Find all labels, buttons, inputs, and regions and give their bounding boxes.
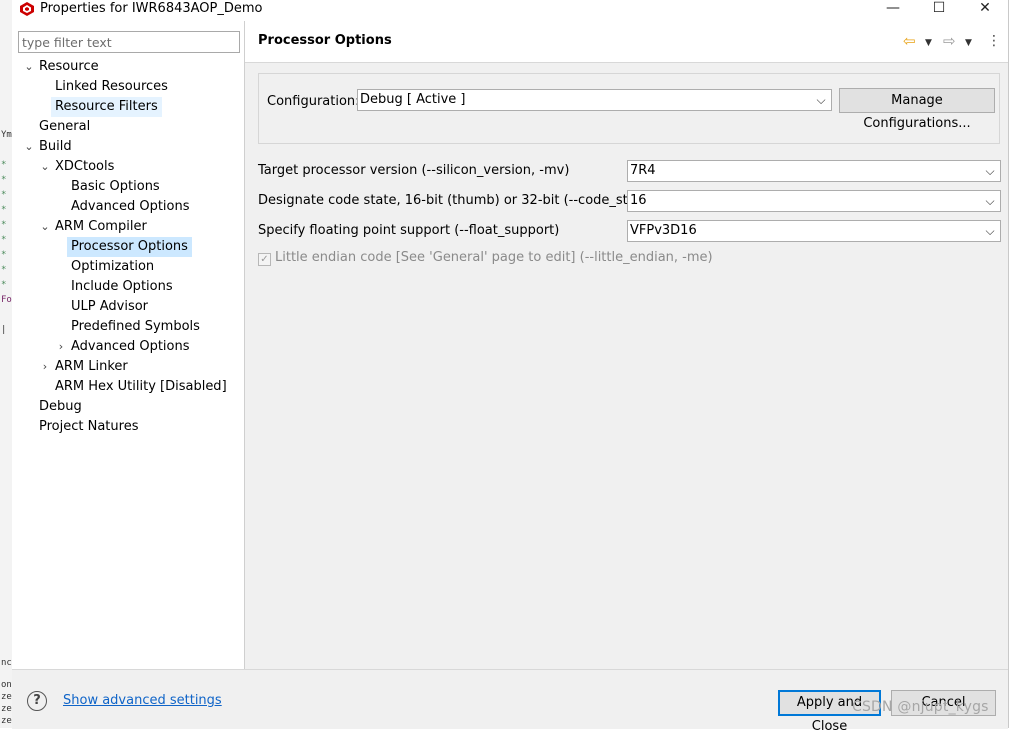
chevron-right-icon[interactable]: › [38, 357, 52, 377]
chevron-down-icon: ⌵ [985, 164, 995, 178]
bg-mark: ze [1, 692, 12, 702]
bg-mark: Ym [1, 130, 12, 140]
filter-input[interactable] [18, 31, 240, 53]
bg-mark: * [1, 190, 7, 200]
tree-item-resource[interactable]: Resource [35, 57, 103, 77]
bg-mark: * [1, 160, 7, 170]
bg-mark: * [1, 250, 7, 260]
bg-mark: * [1, 265, 7, 275]
tree-item-compiler-advanced-options[interactable]: Advanced Options [67, 337, 194, 357]
watermark: CSDN @njupt_kygs [852, 699, 989, 715]
window-title: Properties for IWR6843AOP_Demo [40, 1, 263, 16]
minimize-button[interactable]: — [878, 0, 908, 18]
tree-item-optimization[interactable]: Optimization [67, 257, 158, 277]
tree-item-arm-linker[interactable]: ARM Linker [51, 357, 132, 377]
background-editor-strip: Ym * * * * * * * * * Fo | nc on ze ze ze [0, 0, 12, 728]
tree-item-resource-filters[interactable]: Resource Filters [51, 97, 162, 117]
tree-item-debug[interactable]: Debug [35, 397, 86, 417]
forward-arrow-icon[interactable]: ⇨ [943, 31, 956, 51]
bg-mark: * [1, 280, 7, 290]
maximize-button[interactable]: ☐ [924, 0, 954, 18]
tree-item-predefined-symbols[interactable]: Predefined Symbols [67, 317, 204, 337]
close-button[interactable]: ✕ [970, 0, 1000, 18]
bg-mark: * [1, 205, 7, 215]
tree-item-basic-options[interactable]: Basic Options [67, 177, 164, 197]
float-support-label: Specify floating point support (--float_… [258, 223, 560, 238]
tree-item-arm-compiler[interactable]: ARM Compiler [51, 217, 151, 237]
show-advanced-settings-link[interactable]: Show advanced settings [63, 693, 222, 708]
configuration-label: Configuration: [267, 94, 360, 109]
tree-item-include-options[interactable]: Include Options [67, 277, 177, 297]
little-endian-checkbox[interactable]: ✓ [258, 253, 271, 266]
tree-item-general[interactable]: General [35, 117, 94, 137]
bg-mark: * [1, 235, 7, 245]
configuration-select[interactable]: Debug [ Active ] ⌵ [357, 89, 832, 111]
forward-dropdown-icon[interactable]: ▼ [965, 33, 972, 53]
chevron-down-icon: ⌵ [985, 224, 995, 238]
chevron-down-icon[interactable]: ⌄ [38, 217, 52, 237]
property-tree-pane: ⌄ Resource Linked Resources Resource Fil… [12, 21, 245, 669]
bg-mark: ze [1, 704, 12, 714]
code-state-select[interactable]: 16 ⌵ [627, 190, 1001, 212]
chevron-right-icon[interactable]: › [54, 337, 68, 357]
tree-item-ulp-advisor[interactable]: ULP Advisor [67, 297, 152, 317]
code-state-value: 16 [630, 193, 647, 208]
code-state-label: Designate code state, 16-bit (thumb) or … [258, 193, 654, 208]
title-bar[interactable]: Properties for IWR6843AOP_Demo — ☐ ✕ [12, 0, 1008, 20]
chevron-down-icon[interactable]: ⌄ [38, 157, 52, 177]
bg-mark: * [1, 175, 7, 185]
property-page: Processor Options ⇦ ▼ ⇨ ▼ ⋮ Configuratio… [245, 21, 1008, 669]
silicon-version-value: 7R4 [630, 163, 656, 178]
bg-mark: ze [1, 716, 12, 726]
silicon-version-label: Target processor version (--silicon_vers… [258, 163, 570, 178]
bg-mark: Fo [1, 295, 12, 305]
tree-item-build[interactable]: Build [35, 137, 76, 157]
help-icon[interactable]: ? [27, 691, 47, 711]
chevron-down-icon[interactable]: ⌄ [22, 137, 36, 157]
page-title: Processor Options [258, 33, 392, 48]
back-dropdown-icon[interactable]: ▼ [925, 33, 932, 53]
tree-item-xdc-advanced-options[interactable]: Advanced Options [67, 197, 194, 217]
tree-item-processor-options[interactable]: Processor Options [67, 237, 192, 257]
back-arrow-icon[interactable]: ⇦ [903, 31, 916, 51]
bg-mark: * [1, 220, 7, 230]
little-endian-option: ✓ Little endian code [See 'General' page … [258, 248, 713, 268]
bg-mark: | [1, 325, 7, 335]
tree-item-xdctools[interactable]: XDCtools [51, 157, 118, 177]
float-support-value: VFPv3D16 [630, 223, 697, 238]
tree-item-project-natures[interactable]: Project Natures [35, 417, 142, 437]
view-menu-icon[interactable]: ⋮ [987, 31, 1001, 51]
little-endian-label: Little endian code [See 'General' page t… [275, 250, 713, 265]
tree-item-arm-hex-utility[interactable]: ARM Hex Utility [Disabled] [51, 377, 231, 397]
float-support-select[interactable]: VFPv3D16 ⌵ [627, 220, 1001, 242]
configuration-group: Configuration: Debug [ Active ] ⌵ Manage… [258, 73, 1000, 144]
bg-mark: nc [1, 658, 12, 668]
page-header: Processor Options ⇦ ▼ ⇨ ▼ ⋮ [245, 21, 1008, 63]
silicon-version-select[interactable]: 7R4 ⌵ [627, 160, 1001, 182]
chevron-down-icon[interactable]: ⌄ [22, 57, 36, 77]
chevron-down-icon: ⌵ [985, 194, 995, 208]
manage-configurations-button[interactable]: Manage Configurations... [839, 88, 995, 131]
chevron-down-icon: ⌵ [816, 93, 826, 107]
tree-item-linked-resources[interactable]: Linked Resources [51, 77, 172, 97]
bg-mark: on [1, 680, 12, 690]
configuration-value: Debug [ Active ] [360, 92, 466, 107]
properties-dialog: Properties for IWR6843AOP_Demo — ☐ ✕ ⌄ R… [12, 0, 1009, 734]
ccs-logo-icon [20, 2, 34, 16]
